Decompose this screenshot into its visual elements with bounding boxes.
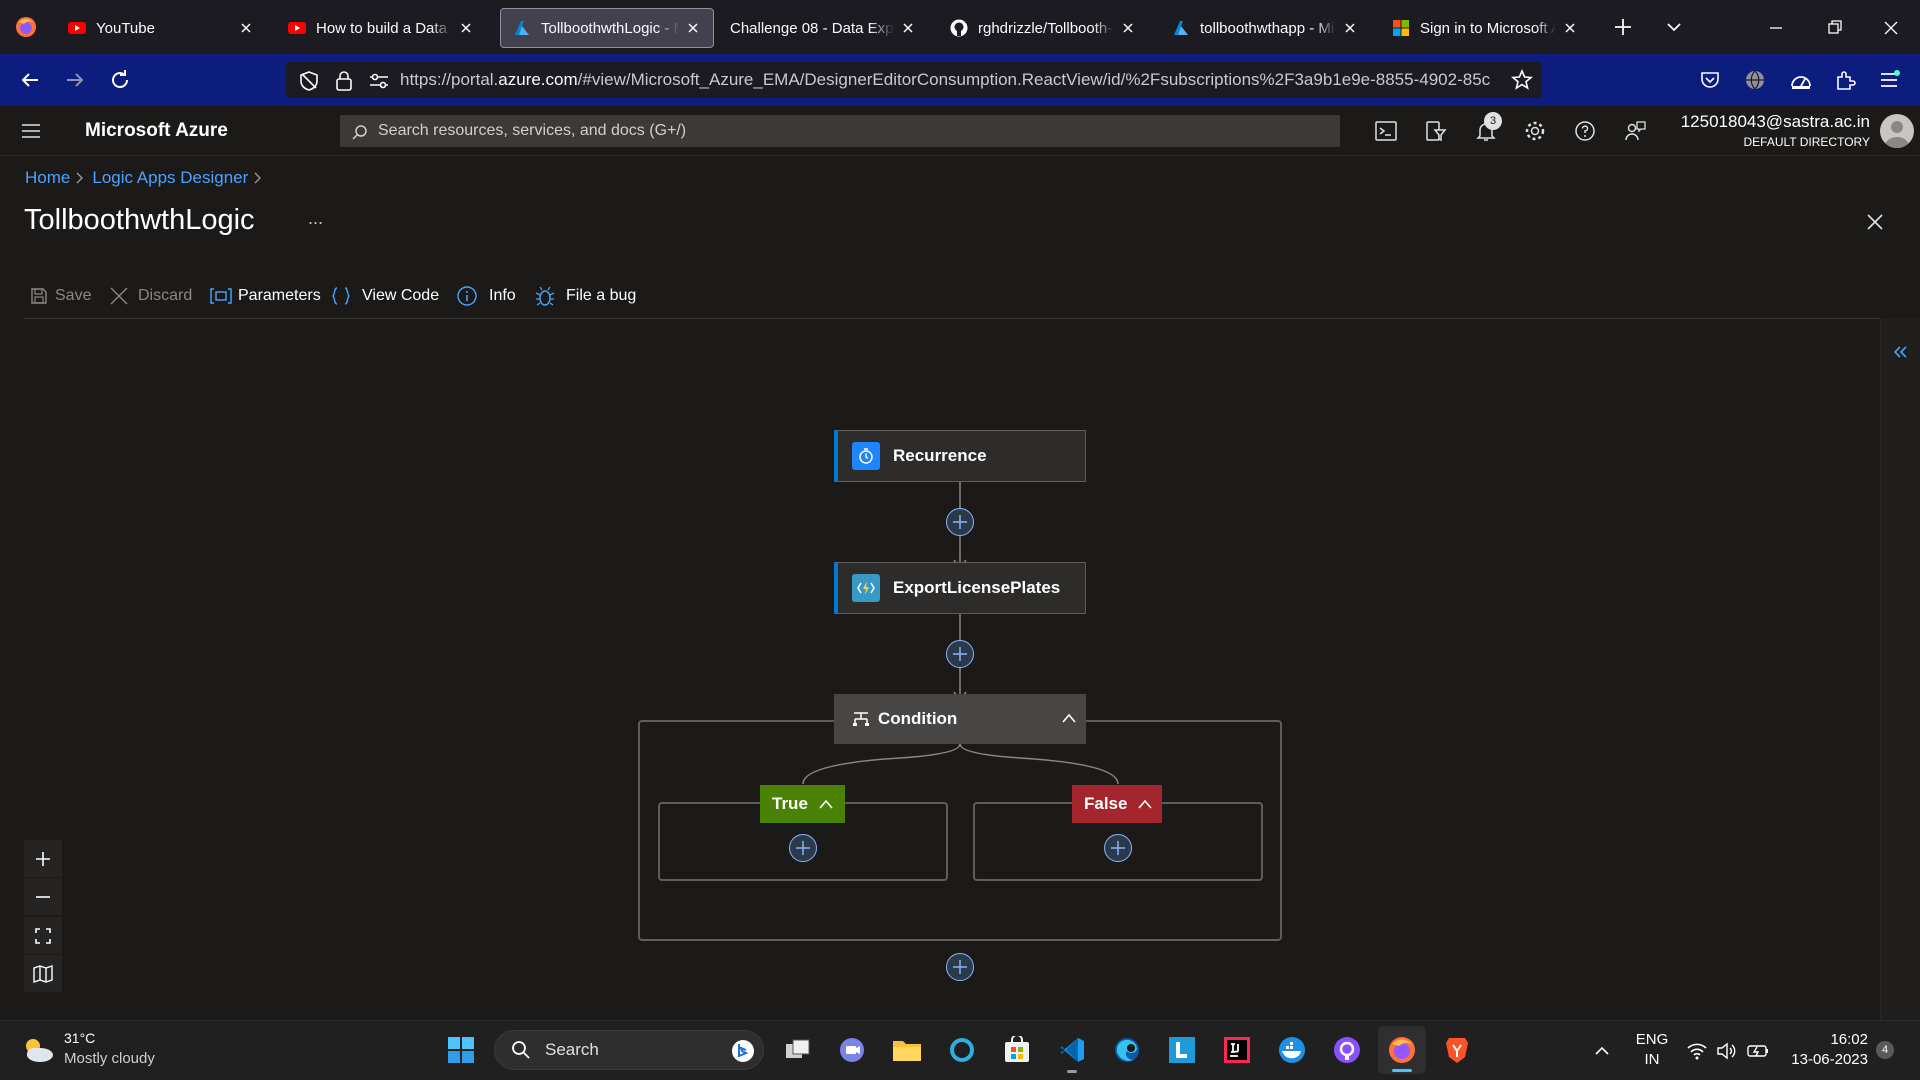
intellij-idea-icon[interactable] — [1219, 1032, 1255, 1068]
github-desktop-icon[interactable] — [1329, 1032, 1365, 1068]
plus-icon — [1111, 841, 1125, 855]
task-view-icon[interactable] — [780, 1032, 816, 1068]
clock-time[interactable]: 16:02 — [1778, 1031, 1868, 1048]
minimap-button[interactable] — [24, 955, 62, 993]
zoom-in-button[interactable] — [24, 840, 62, 878]
plus-icon — [796, 841, 810, 855]
collapse-chevron-up-icon[interactable] — [1137, 798, 1153, 810]
clock-date[interactable]: 13-06-2023 — [1778, 1051, 1868, 1068]
map-icon — [33, 964, 53, 983]
taskbar-search-box[interactable]: Search — [494, 1030, 764, 1070]
false-branch-label: False — [1084, 794, 1128, 813]
weather-cloud-icon[interactable] — [20, 1035, 56, 1065]
brave-browser-icon[interactable] — [1439, 1032, 1475, 1068]
true-branch-label: True — [772, 794, 808, 813]
search-icon — [512, 1041, 530, 1059]
recurrence-clock-icon — [852, 442, 880, 470]
notification-center-badge[interactable]: 4 — [1876, 1041, 1894, 1059]
edge-browser-icon[interactable] — [1109, 1032, 1145, 1068]
collapse-chevron-up-icon[interactable] — [1060, 711, 1078, 725]
windows-start-icon[interactable] — [443, 1032, 479, 1068]
docker-icon[interactable] — [1274, 1032, 1310, 1068]
insert-step-button[interactable] — [946, 508, 974, 536]
plus-icon — [953, 647, 967, 661]
condition-icon — [853, 712, 869, 726]
plus-icon — [953, 515, 967, 529]
insert-step-button[interactable] — [946, 640, 974, 668]
running-indicator — [1067, 1070, 1077, 1073]
cortana-icon[interactable] — [944, 1032, 980, 1068]
wifi-icon[interactable] — [1686, 1041, 1708, 1061]
plus-icon — [36, 851, 50, 866]
microsoft-store-icon[interactable] — [999, 1032, 1035, 1068]
recurrence-trigger-card[interactable]: Recurrence — [834, 430, 1086, 482]
file-explorer-icon[interactable] — [889, 1032, 925, 1068]
taskbar-search-label: Search — [545, 1040, 599, 1059]
new-step-button[interactable] — [946, 953, 974, 981]
launcher-l-icon[interactable] — [1164, 1032, 1200, 1068]
true-branch-header[interactable]: True — [760, 785, 845, 823]
zoom-out-button[interactable] — [24, 878, 62, 916]
bing-icon — [732, 1040, 754, 1062]
add-action-true-button[interactable] — [789, 834, 817, 862]
battery-icon[interactable] — [1746, 1041, 1770, 1061]
volume-icon[interactable] — [1716, 1041, 1738, 1061]
export-license-plates-action-card[interactable]: ExportLicensePlates — [834, 562, 1086, 614]
vscode-icon[interactable] — [1054, 1032, 1090, 1068]
plus-icon — [953, 960, 967, 974]
teams-chat-icon[interactable] — [834, 1032, 870, 1068]
export-license-plates-title: ExportLicensePlates — [893, 578, 1061, 597]
add-action-false-button[interactable] — [1104, 834, 1132, 862]
recurrence-title: Recurrence — [893, 446, 987, 465]
minus-icon — [36, 895, 50, 898]
azure-function-bolt-icon — [852, 574, 880, 602]
weather-condition[interactable]: Mostly cloudy — [64, 1050, 155, 1067]
fit-to-screen-icon — [35, 927, 51, 944]
fit-view-button[interactable] — [24, 917, 62, 955]
collapse-chevron-up-icon[interactable] — [818, 798, 834, 810]
firefox-icon[interactable] — [1384, 1032, 1420, 1068]
weather-temperature[interactable]: 31°C — [64, 1030, 95, 1046]
input-language[interactable]: ENG — [1632, 1031, 1672, 1048]
input-region[interactable]: IN — [1632, 1051, 1672, 1068]
condition-card[interactable]: Condition — [834, 694, 1086, 744]
show-hidden-icons-chevron-up-icon[interactable] — [1592, 1041, 1612, 1061]
condition-title: Condition — [878, 709, 958, 728]
false-branch-header[interactable]: False — [1072, 785, 1162, 823]
running-indicator — [1392, 1069, 1412, 1072]
